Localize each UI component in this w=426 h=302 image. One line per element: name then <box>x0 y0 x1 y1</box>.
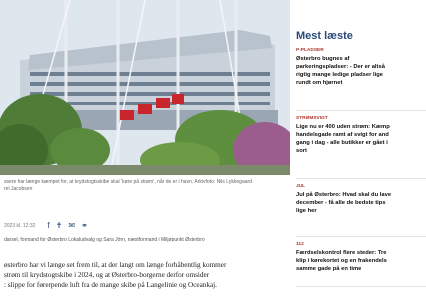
divider <box>296 236 426 237</box>
most-read-sidebar: Mest læste P-PLADSER Østerbro bugnes af … <box>296 0 426 302</box>
photo-caption: ssere har længe kæmpet for, at krydstogt… <box>4 179 286 193</box>
caption-credit: rel Jacobsen <box>4 186 33 192</box>
email-icon[interactable]: ✉ <box>68 222 75 230</box>
item-headline-line[interactable]: lige her <box>296 207 426 215</box>
article-authors: darsel, formand for Østerbro Lokaludvalg… <box>4 237 205 243</box>
publish-date: 2023 kl. 12:32 <box>4 223 36 229</box>
body-paragraph-line: : slippe for førerpende luft fra de mang… <box>4 281 217 289</box>
item-headline-line[interactable]: sort <box>296 147 426 155</box>
facebook-icon[interactable]: f <box>47 222 49 230</box>
item-headline-line[interactable]: Lige nu er 400 uden strøm: Kæmp <box>296 123 426 131</box>
item-category: 112 <box>296 242 304 247</box>
cruise-ship-photo <box>0 0 290 175</box>
item-headline-line[interactable]: Østerbro bugnes af <box>296 55 426 63</box>
item-category: JUL <box>296 184 306 189</box>
item-headline-line[interactable]: rundt om hjørnet <box>296 79 426 87</box>
caption-text: ssere har længe kæmpet for, at krydstogt… <box>4 179 252 185</box>
link-icon[interactable]: ⚭ <box>81 222 88 230</box>
item-headline-line[interactable]: december - få alle de bedste tips <box>296 199 426 207</box>
share-bar: f ✝ ✉ ⚭ <box>47 222 87 230</box>
most-read-item[interactable]: 112 Færdselskontrol flere steder: Tre kl… <box>296 242 426 273</box>
article-photo[interactable] <box>0 0 290 175</box>
item-headline-line[interactable]: handelsgade ramt af svigt for and <box>296 131 426 139</box>
divider <box>296 110 426 111</box>
body-paragraph-line: strøm til krydstogtskibe i 2024, og at Ø… <box>4 271 210 279</box>
item-category: STRØMSVIGT <box>296 116 328 121</box>
most-read-item[interactable]: P-PLADSER Østerbro bugnes af parkeringsp… <box>296 48 426 87</box>
article: ssere har længe kæmpet for, at krydstogt… <box>0 0 290 302</box>
item-headline-line[interactable]: parkeringspladser: - Der er altså <box>296 63 426 71</box>
twitter-icon[interactable]: ✝ <box>56 222 63 230</box>
body-paragraph-line: østerbro har vi længe set frem til, at d… <box>4 261 227 269</box>
item-headline-line[interactable]: klip i kørekortet og en frakendels <box>296 257 426 265</box>
item-category: P-PLADSER <box>296 48 324 53</box>
article-meta: 2023 kl. 12:32 f ✝ ✉ ⚭ <box>4 221 286 231</box>
item-headline-line[interactable]: rigtig mange ledige pladser lige <box>296 71 426 79</box>
most-read-item[interactable]: STRØMSVIGT Lige nu er 400 uden strøm: Kæ… <box>296 116 426 155</box>
item-headline-line[interactable]: Færdselskontrol flere steder: Tre <box>296 249 426 257</box>
sidebar-title: Mest læste <box>296 30 353 42</box>
divider <box>296 178 426 179</box>
item-headline-line[interactable]: Jul på Østerbro: Hvad skal du lave <box>296 191 426 199</box>
divider <box>296 286 426 287</box>
article-body: østerbro har vi længe set frem til, at d… <box>4 260 288 290</box>
item-headline-line[interactable]: samme gade på en time <box>296 265 426 273</box>
item-headline-line[interactable]: gang i dag - alle butikker er gået i <box>296 139 426 147</box>
most-read-item[interactable]: JUL Jul på Østerbro: Hvad skal du lave d… <box>296 184 426 215</box>
